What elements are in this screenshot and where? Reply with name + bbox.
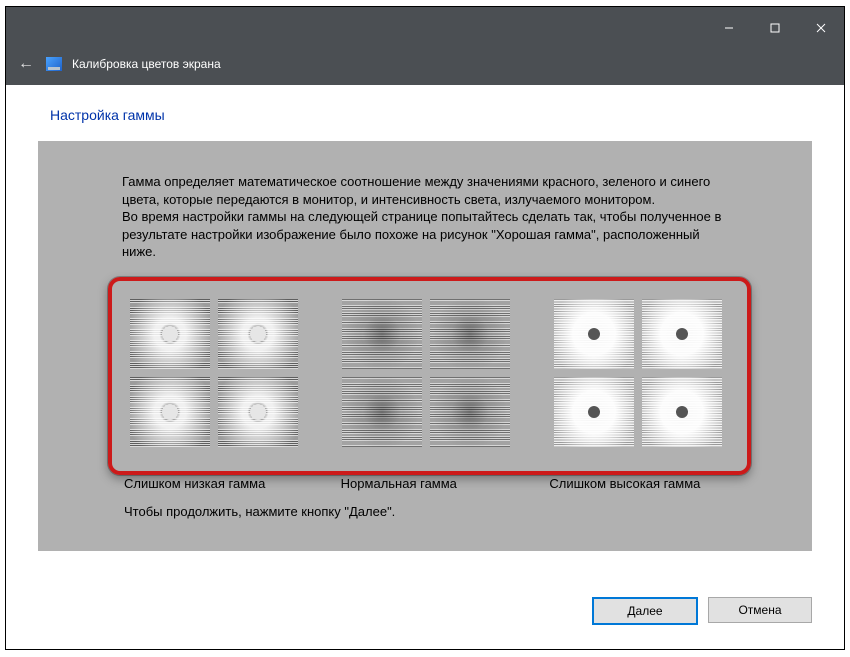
control-panel-icon	[46, 57, 62, 71]
next-button[interactable]: Далее	[592, 597, 698, 625]
sample-normal-gamma-image	[336, 293, 516, 453]
title-bar	[6, 7, 844, 49]
caption-normal: Нормальная гамма	[307, 475, 524, 493]
sample-low-gamma-image	[124, 293, 304, 453]
sample-captions: Слишком низкая гамма Нормальная гамма Сл…	[124, 475, 732, 493]
page-heading: Настройка гаммы	[50, 107, 800, 129]
cancel-button[interactable]: Отмена	[708, 597, 812, 623]
description-paragraph-2: Во время настройки гаммы на следующей ст…	[122, 208, 728, 261]
window-title: Калибровка цветов экрана	[72, 57, 221, 71]
wizard-header-area: Настройка гаммы	[6, 85, 844, 141]
sample-high-gamma-image	[548, 293, 728, 453]
window-frame: ← Калибровка цветов экрана Настройка гам…	[5, 6, 845, 650]
back-button[interactable]: ←	[16, 55, 36, 73]
content-area: Гамма определяет математическое соотноше…	[38, 141, 812, 551]
footer-buttons: Далее Отмена	[38, 587, 812, 625]
caption-low: Слишком низкая гамма	[124, 475, 307, 493]
caption-high: Слишком высокая гамма	[523, 475, 732, 493]
sample-low-gamma	[124, 293, 304, 453]
continue-instruction: Чтобы продолжить, нажмите кнопку "Далее"…	[124, 503, 395, 521]
gamma-samples	[124, 293, 728, 453]
minimize-button[interactable]	[706, 7, 752, 49]
nav-bar: ← Калибровка цветов экрана	[6, 49, 844, 85]
maximize-button[interactable]	[752, 7, 798, 49]
close-button[interactable]	[798, 7, 844, 49]
description-paragraph-1: Гамма определяет математическое соотноше…	[122, 173, 728, 208]
sample-normal-gamma	[336, 293, 516, 453]
sample-high-gamma	[548, 293, 728, 453]
